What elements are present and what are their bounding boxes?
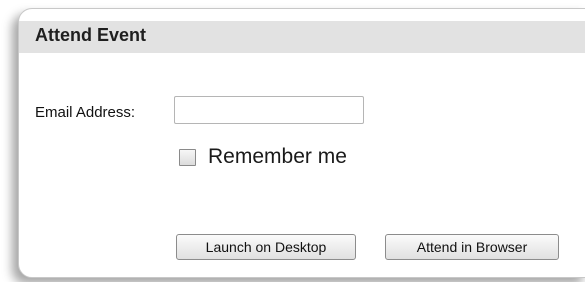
remember-me-checkbox[interactable] xyxy=(179,148,196,166)
remember-me-row[interactable]: Remember me xyxy=(179,145,347,169)
email-label: Email Address: xyxy=(35,104,136,121)
launch-on-desktop-button[interactable]: Launch on Desktop xyxy=(176,234,356,260)
remember-me-label: Remember me xyxy=(208,145,347,168)
panel-header: Attend Event xyxy=(19,21,585,53)
panel-title: Attend Event xyxy=(35,25,147,45)
attend-event-panel: Attend Event Email Address: Remember me … xyxy=(18,8,585,278)
email-field[interactable] xyxy=(174,96,364,124)
attend-in-browser-button[interactable]: Attend in Browser xyxy=(385,234,559,260)
